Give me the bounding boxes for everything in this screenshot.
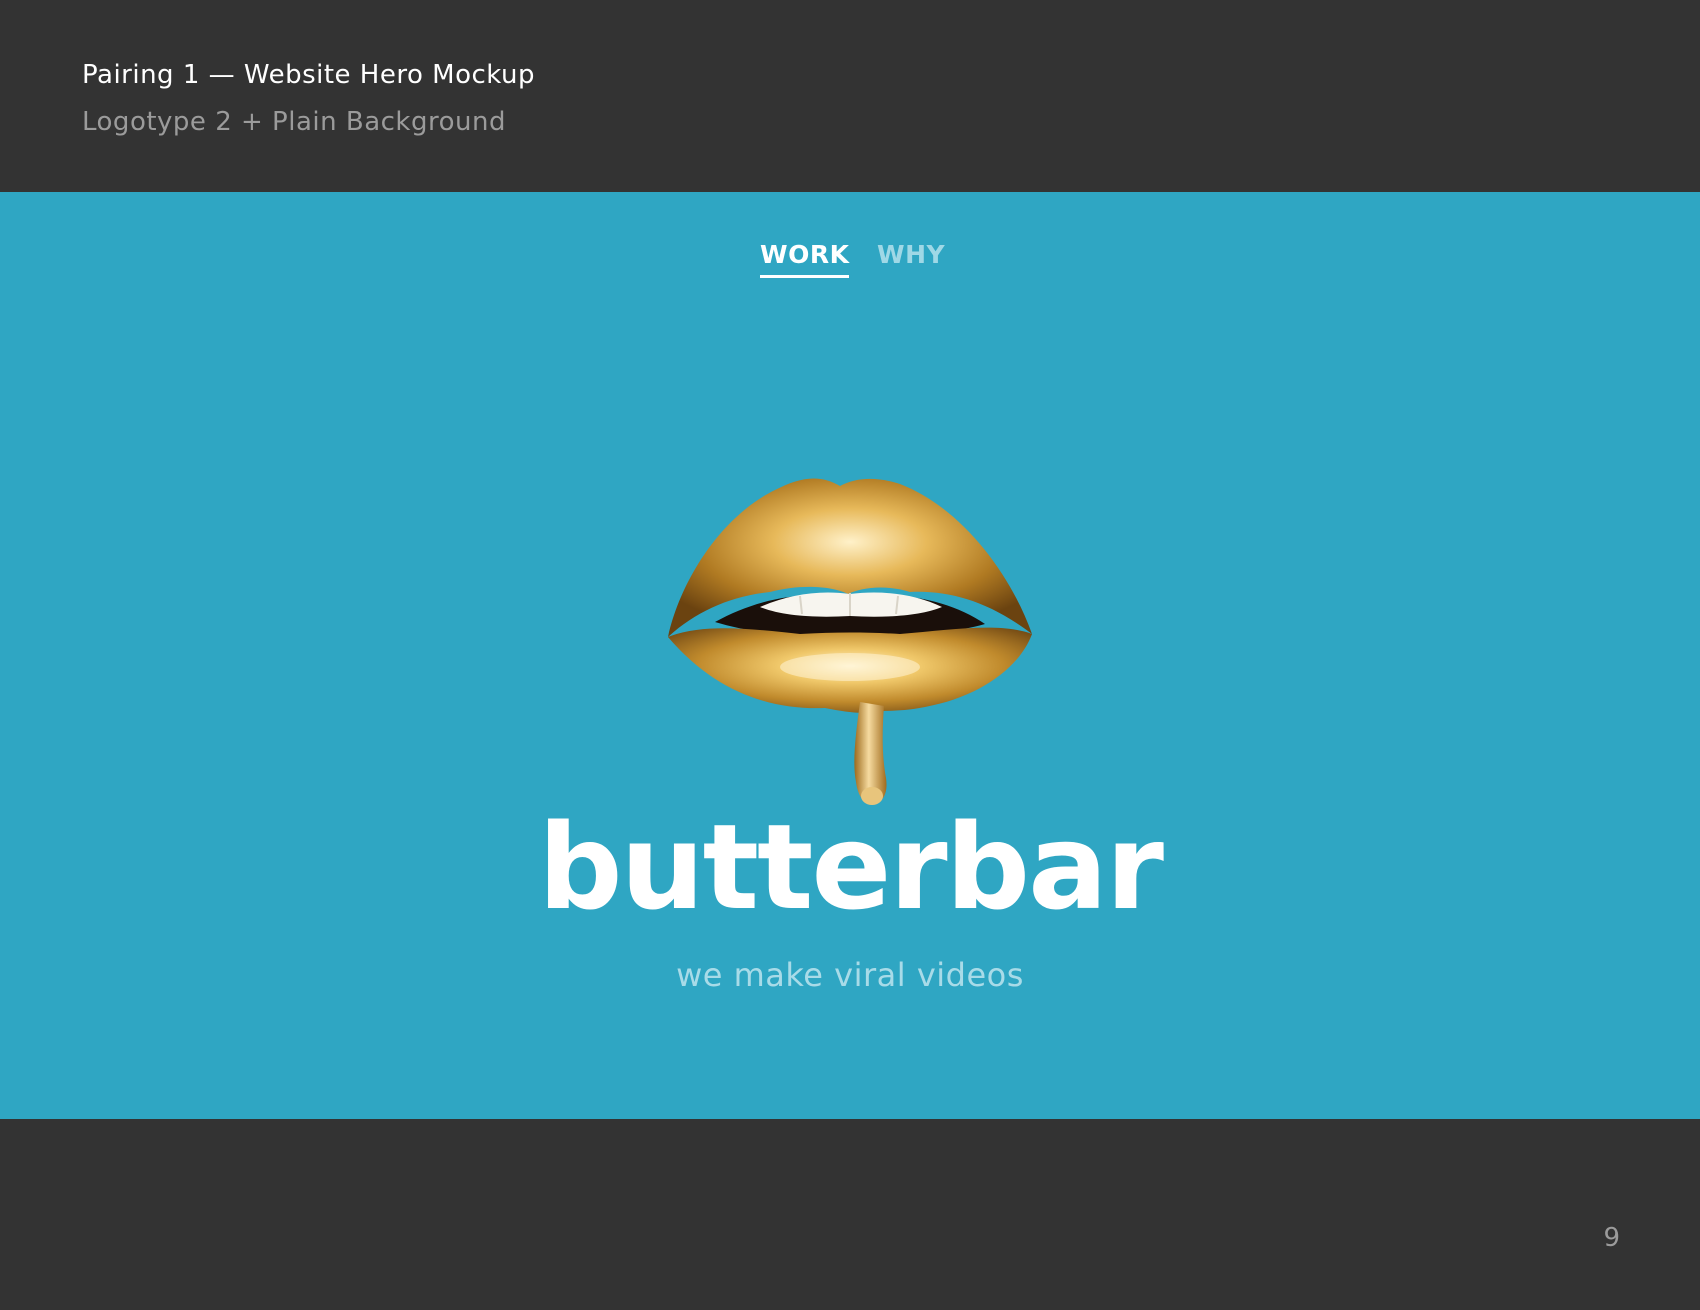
gold-dripping-lips-icon	[668, 478, 1032, 805]
nav-link-work[interactable]: WORK	[760, 240, 850, 278]
hero-nav: WORK WHY	[0, 240, 1700, 280]
slide-title: Pairing 1 — Website Hero Mockup	[82, 60, 536, 90]
slide-footer: 9	[0, 1119, 1700, 1310]
slide-header: Pairing 1 — Website Hero Mockup Logotype…	[0, 0, 1700, 192]
slide-subtitle: Logotype 2 + Plain Background	[82, 107, 506, 137]
page-number: 9	[1603, 1223, 1620, 1253]
nav-link-why[interactable]: WHY	[877, 240, 945, 269]
butterbar-logotype: butterbar	[538, 798, 1164, 936]
website-hero: WORK WHY butterbar we make viral videos	[0, 192, 1700, 1119]
hero-tagline: we make viral videos	[676, 956, 1024, 994]
